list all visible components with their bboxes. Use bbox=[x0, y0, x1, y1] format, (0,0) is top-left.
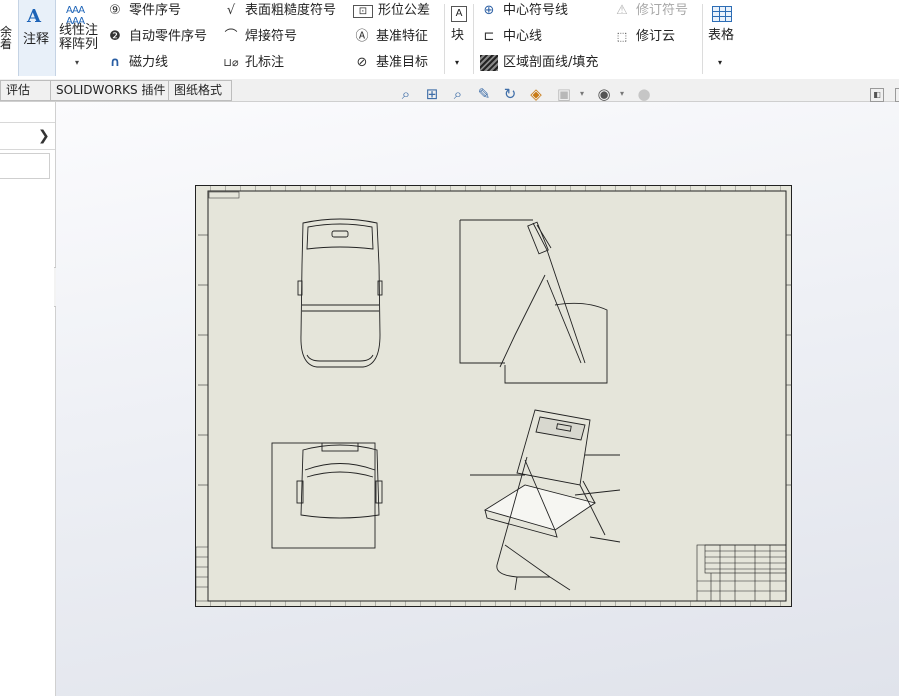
cut-off-ribbon-label[interactable]: 余着 bbox=[0, 26, 12, 50]
hole-callout-icon: ⊔⌀ bbox=[223, 56, 239, 69]
view-orientation-icon[interactable]: ▣ bbox=[554, 84, 574, 104]
command-manager-ribbon: 余着 A 注释 AAA AAA 线性注 释阵列 ▾ ⑨ 零件序号 ❷ 自动零件序号 ∩… bbox=[0, 0, 899, 80]
tab-evaluate[interactable]: 评估 bbox=[0, 80, 52, 101]
datum-feature-icon: Ⓐ bbox=[355, 29, 369, 44]
datum-feature-label: 基准特征 bbox=[376, 29, 429, 44]
area-hatch-button[interactable]: 区域剖面线/填充 bbox=[480, 53, 598, 73]
ribbon-separator bbox=[444, 4, 445, 74]
revision-symbol-icon: ⚠ bbox=[616, 3, 628, 18]
center-mark-button[interactable]: ⊕ 中心符号线 bbox=[480, 1, 568, 21]
surface-finish-button[interactable]: √ 表面粗糙度符号 bbox=[222, 1, 336, 21]
centerline-icon: ⊏ bbox=[483, 29, 495, 44]
previous-view-icon[interactable]: ⌕ bbox=[448, 84, 468, 104]
annotation-button[interactable]: A 注释 bbox=[18, 0, 56, 76]
divider bbox=[0, 149, 55, 150]
balloon-button[interactable]: ⑨ 零件序号 bbox=[106, 1, 181, 21]
centerline-button[interactable]: ⊏ 中心线 bbox=[480, 27, 542, 47]
zoom-to-area-icon[interactable]: ⊞ bbox=[422, 84, 442, 104]
magnetic-line-label: 磁力线 bbox=[129, 55, 169, 70]
window-control-icon[interactable] bbox=[895, 88, 899, 102]
tab-solidworks-addins[interactable]: SOLIDWORKS 插件 bbox=[50, 80, 172, 101]
dropdown-arrow-icon[interactable]: ▾ bbox=[612, 84, 632, 104]
section-view-icon[interactable]: ✎ bbox=[474, 84, 494, 104]
block-icon: A bbox=[451, 6, 467, 22]
weld-symbol-icon: ⌒ bbox=[224, 29, 238, 44]
dropdown-arrow-icon[interactable]: ▾ bbox=[718, 58, 722, 67]
balloon-label: 零件序号 bbox=[129, 3, 182, 18]
filter-field[interactable] bbox=[0, 153, 50, 179]
dropdown-arrow-icon[interactable]: ▾ bbox=[455, 58, 459, 67]
table-button[interactable]: 表格 ▾ bbox=[706, 4, 740, 74]
geometric-tolerance-button[interactable]: ⊡ 形位公差 bbox=[353, 1, 430, 21]
revision-cloud-label: 修订云 bbox=[636, 29, 676, 44]
table-icon bbox=[712, 6, 732, 22]
revision-symbol-button[interactable]: ⚠ 修订符号 bbox=[613, 1, 688, 21]
datum-feature-button[interactable]: Ⓐ 基准特征 bbox=[353, 27, 428, 47]
weld-symbol-button[interactable]: ⌒ 焊接符号 bbox=[222, 27, 297, 47]
feature-manager-panel: ❯ bbox=[0, 102, 56, 696]
datum-target-button[interactable]: ⊘ 基准目标 bbox=[353, 53, 428, 73]
auto-balloon-icon: ❷ bbox=[109, 29, 121, 44]
linear-note-pattern-button[interactable]: AAA AAA 线性注 释阵列 ▾ bbox=[57, 4, 101, 74]
center-mark-label: 中心符号线 bbox=[503, 3, 569, 18]
revision-symbol-label: 修订符号 bbox=[636, 3, 689, 18]
ribbon-separator bbox=[702, 4, 703, 74]
magnetic-line-icon: ∩ bbox=[109, 55, 121, 70]
surface-finish-label: 表面粗糙度符号 bbox=[245, 3, 337, 18]
balloon-icon: ⑨ bbox=[109, 3, 121, 18]
chevron-right-icon[interactable]: ❯ bbox=[38, 128, 50, 144]
display-style-icon[interactable]: ◈ bbox=[526, 84, 546, 104]
revision-cloud-button[interactable]: ⬚ 修订云 bbox=[613, 27, 675, 47]
note-A-icon: A bbox=[27, 6, 41, 27]
dropdown-arrow-icon[interactable]: ▾ bbox=[75, 58, 79, 67]
surface-finish-icon: √ bbox=[226, 3, 236, 18]
geometric-tolerance-label: 形位公差 bbox=[378, 3, 431, 18]
heads-up-view-toolbar: ⌕ ⊞ ⌕ ✎ ↻ ◈ ▣ ▾ ◉ ▾ ● bbox=[396, 84, 656, 104]
linear-note-label-line1: 线性注 bbox=[59, 23, 99, 38]
divider bbox=[0, 122, 55, 123]
auto-balloon-label: 自动零件序号 bbox=[129, 29, 208, 44]
linear-note-label-line2: 释阵列 bbox=[59, 37, 99, 52]
ribbon-separator bbox=[473, 4, 474, 74]
datum-target-label: 基准目标 bbox=[376, 55, 429, 70]
centerline-label: 中心线 bbox=[503, 29, 543, 44]
geometric-tolerance-icon: ⊡ bbox=[353, 5, 373, 18]
tab-sheet-format[interactable]: 图纸格式 bbox=[168, 80, 232, 101]
hole-callout-button[interactable]: ⊔⌀ 孔标注 bbox=[222, 53, 284, 73]
revision-cloud-icon: ⬚ bbox=[616, 30, 628, 43]
area-hatch-label: 区域剖面线/填充 bbox=[503, 55, 599, 70]
hide-show-items-icon[interactable]: ◉ bbox=[594, 84, 614, 104]
auto-balloon-button[interactable]: ❷ 自动零件序号 bbox=[106, 27, 207, 47]
restore-panel-icon[interactable]: ◧ bbox=[870, 88, 884, 102]
dropdown-arrow-icon[interactable]: ▾ bbox=[572, 84, 592, 104]
magnetic-line-button[interactable]: ∩ 磁力线 bbox=[106, 53, 168, 73]
rotate-view-icon[interactable]: ↻ bbox=[500, 84, 520, 104]
table-label: 表格 bbox=[708, 28, 735, 43]
annotation-label: 注释 bbox=[23, 32, 50, 47]
block-label: 块 bbox=[451, 28, 465, 43]
drawing-sheet[interactable] bbox=[195, 185, 792, 607]
appearance-icon[interactable]: ● bbox=[634, 84, 654, 104]
block-button[interactable]: A 块 ▾ bbox=[448, 4, 470, 74]
datum-target-icon: ⊘ bbox=[356, 55, 368, 70]
weld-symbol-label: 焊接符号 bbox=[245, 29, 298, 44]
center-mark-icon: ⊕ bbox=[483, 3, 495, 18]
zoom-to-fit-icon[interactable]: ⌕ bbox=[396, 84, 416, 104]
hole-callout-label: 孔标注 bbox=[245, 55, 285, 70]
area-hatch-icon bbox=[480, 55, 498, 71]
